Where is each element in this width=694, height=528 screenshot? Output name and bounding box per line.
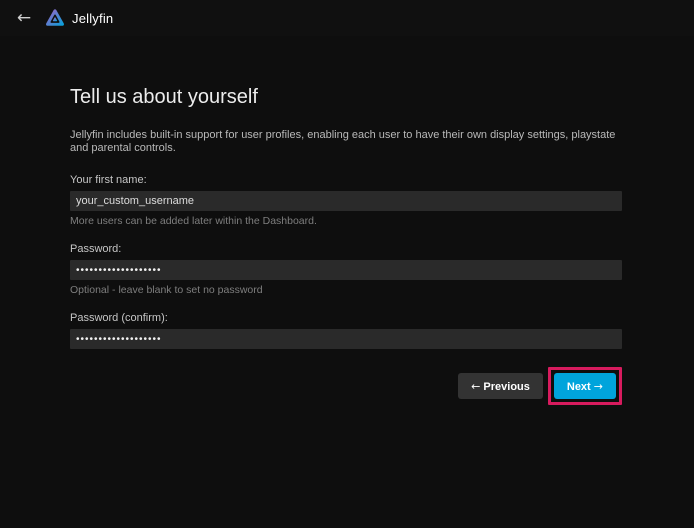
arrow-left-icon: ←: [471, 380, 480, 393]
app-name: Jellyfin: [72, 11, 113, 26]
password-confirm-input[interactable]: [70, 329, 622, 349]
password-confirm-label: Password (confirm):: [70, 312, 622, 324]
page-title: Tell us about yourself: [70, 86, 622, 109]
next-button-highlight: Next →: [548, 367, 622, 405]
password-confirm-group: Password (confirm):: [70, 312, 622, 349]
next-button-label: Next: [567, 381, 591, 393]
previous-button[interactable]: ← Previous: [458, 373, 543, 399]
password-input[interactable]: [70, 260, 622, 280]
first-name-label: Your first name:: [70, 174, 622, 186]
page-intro: Jellyfin includes built-in support for u…: [70, 129, 622, 155]
password-group: Password: Optional - leave blank to set …: [70, 243, 622, 296]
password-helper: Optional - leave blank to set no passwor…: [70, 284, 622, 296]
back-button[interactable]: ←: [10, 4, 38, 32]
arrow-right-icon: →: [594, 380, 603, 393]
previous-button-label: Previous: [483, 381, 529, 393]
wizard-navigation: ← Previous Next →: [70, 367, 622, 405]
password-label: Password:: [70, 243, 622, 255]
jellyfin-logo-icon: [44, 7, 66, 29]
first-name-helper: More users can be added later within the…: [70, 215, 622, 227]
first-name-group: Your first name: More users can be added…: [70, 174, 622, 227]
first-name-input[interactable]: [70, 191, 622, 211]
next-button[interactable]: Next →: [554, 373, 616, 399]
arrow-left-icon: ←: [17, 8, 31, 28]
app-logo: Jellyfin: [44, 7, 113, 29]
setup-wizard-user-page: Tell us about yourself Jellyfin includes…: [70, 86, 622, 405]
app-header: ← Jellyfin: [0, 0, 694, 36]
